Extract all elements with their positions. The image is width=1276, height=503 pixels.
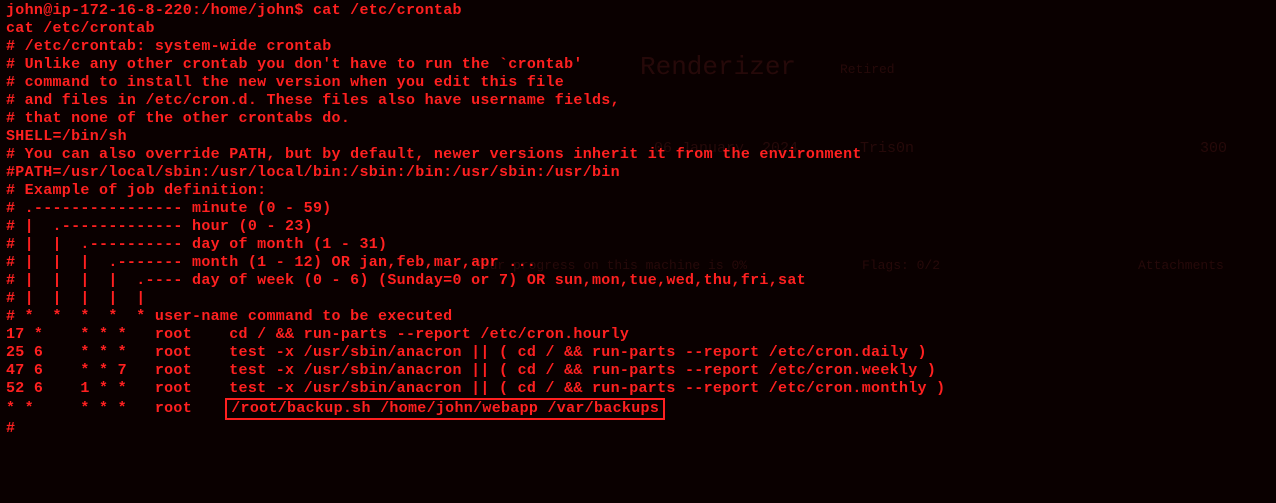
- output-path: #PATH=/usr/local/sbin:/usr/local/bin:/sb…: [6, 164, 1270, 182]
- cron-job-weekly: 47 6 * * 7 root test -x /usr/sbin/anacro…: [6, 362, 1270, 380]
- output-job-def: # | | .---------- day of month (1 - 31): [6, 236, 1270, 254]
- output-job-def: # | | | | |: [6, 290, 1270, 308]
- output-job-def: # * * * * * user-name command to be exec…: [6, 308, 1270, 326]
- prompt-path: :/home/john$: [192, 2, 304, 19]
- prompt-line: john@ip-172-16-8-220:/home/john$ cat /et…: [6, 2, 1270, 20]
- cron-job-monthly: 52 6 1 * * root test -x /usr/sbin/anacro…: [6, 380, 1270, 398]
- output-job-def: # .---------------- minute (0 - 59): [6, 200, 1270, 218]
- cron-job-hourly: 17 * * * * root cd / && run-parts --repo…: [6, 326, 1270, 344]
- output-shell: SHELL=/bin/sh: [6, 128, 1270, 146]
- cron-job-backup-prefix: * * * * * root: [6, 400, 229, 417]
- output-echo: cat /etc/crontab: [6, 20, 1270, 38]
- output-job-def: # | .------------- hour (0 - 23): [6, 218, 1270, 236]
- output-path-comment: # You can also override PATH, but by def…: [6, 146, 1270, 164]
- output-comment: # command to install the new version whe…: [6, 74, 1270, 92]
- output-example-header: # Example of job definition:: [6, 182, 1270, 200]
- output-comment: # Unlike any other crontab you don't hav…: [6, 56, 1270, 74]
- terminal-output[interactable]: john@ip-172-16-8-220:/home/john$ cat /et…: [6, 2, 1270, 438]
- cron-job-daily: 25 6 * * * root test -x /usr/sbin/anacro…: [6, 344, 1270, 362]
- output-trailing: #: [6, 420, 1270, 438]
- output-job-def: # | | | | .---- day of week (0 - 6) (Sun…: [6, 272, 1270, 290]
- output-job-def: # | | | .------- month (1 - 12) OR jan,f…: [6, 254, 1270, 272]
- output-comment: # and files in /etc/cron.d. These files …: [6, 92, 1270, 110]
- prompt-command: cat /etc/crontab: [313, 2, 462, 19]
- output-comment: # /etc/crontab: system-wide crontab: [6, 38, 1270, 56]
- output-comment: # that none of the other crontabs do.: [6, 110, 1270, 128]
- cron-job-backup: * * * * * root /root/backup.sh /home/joh…: [6, 398, 1270, 420]
- cron-job-backup-highlight: /root/backup.sh /home/john/webapp /var/b…: [225, 398, 665, 420]
- prompt-user-host: john@ip-172-16-8-220: [6, 2, 192, 19]
